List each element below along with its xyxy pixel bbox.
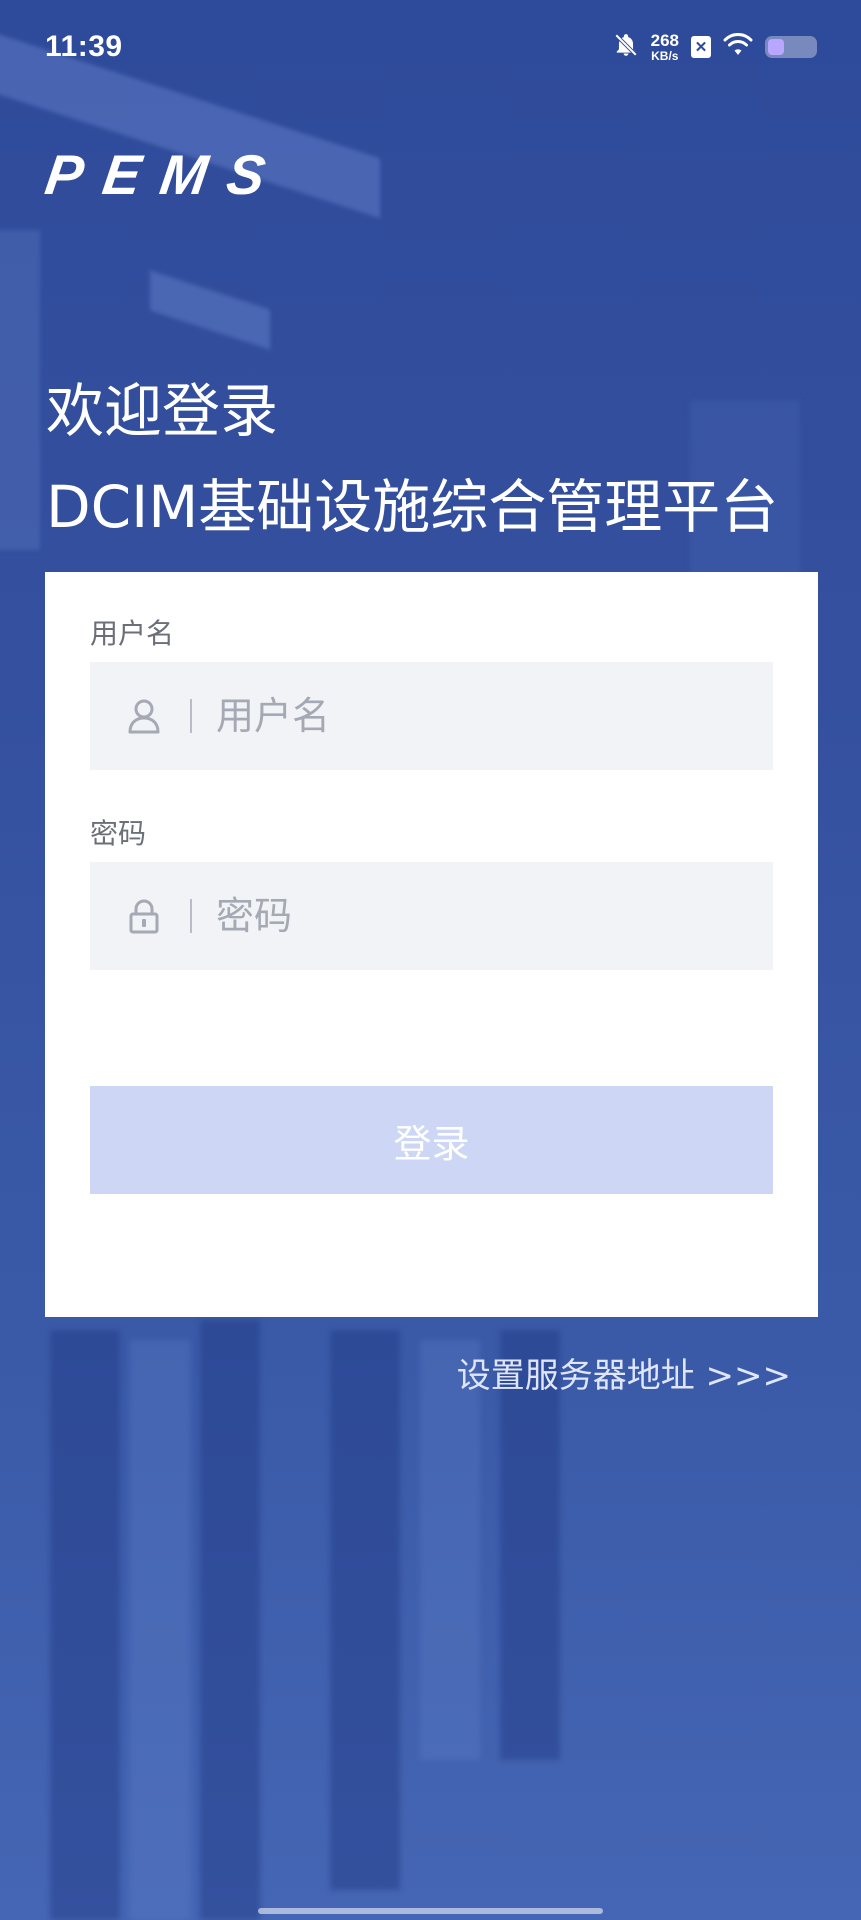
- lock-icon: [126, 898, 162, 934]
- password-field[interactable]: [90, 862, 773, 970]
- battery-level: [768, 39, 785, 55]
- password-input[interactable]: [214, 893, 738, 939]
- bell-off-icon: [613, 32, 639, 62]
- network-speed: 268 KB/s: [651, 32, 679, 62]
- username-label: 用户名: [90, 617, 175, 650]
- login-button[interactable]: 登录: [90, 1086, 773, 1194]
- status-icons: 268 KB/s ✕: [613, 32, 817, 62]
- login-card: 用户名 密码 登录: [45, 572, 818, 1317]
- username-field[interactable]: [90, 662, 773, 770]
- login-screen: 11:39 268 KB/s ✕ PEMS 欢迎登录 DCIM基础设施综合管理平…: [0, 0, 861, 1920]
- network-speed-value: 268: [650, 31, 679, 50]
- battery-icon: [765, 36, 817, 58]
- home-indicator[interactable]: [258, 1908, 603, 1914]
- network-speed-unit: KB/s: [651, 49, 679, 63]
- sim-off-icon: ✕: [691, 36, 711, 58]
- status-bar: 11:39 268 KB/s ✕: [0, 0, 861, 100]
- username-input[interactable]: [214, 693, 738, 739]
- welcome-heading: 欢迎登录: [46, 377, 279, 445]
- wifi-icon: [723, 33, 753, 61]
- password-label: 密码: [90, 817, 147, 850]
- field-divider: [190, 699, 192, 733]
- field-divider: [190, 899, 192, 933]
- user-icon: [126, 698, 162, 734]
- platform-title: DCIM基础设施综合管理平台: [46, 473, 779, 541]
- status-time: 11:39: [45, 30, 123, 63]
- server-settings-link[interactable]: 设置服务器地址 >>>: [457, 1348, 791, 1397]
- app-logo: PEMS: [41, 143, 290, 206]
